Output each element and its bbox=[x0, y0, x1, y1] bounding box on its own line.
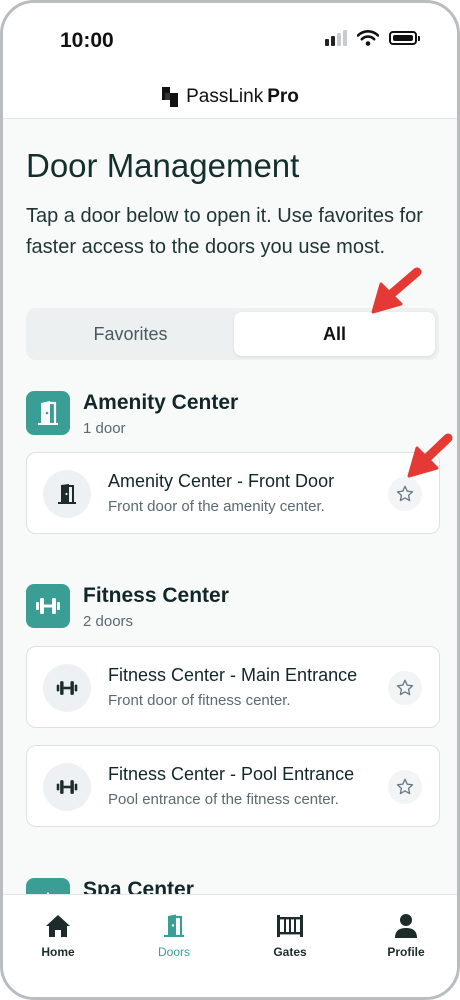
brand-name: PassLink bbox=[186, 85, 264, 107]
dumbbell-icon bbox=[26, 584, 70, 628]
door-name: Fitness Center - Main Entrance bbox=[108, 665, 358, 685]
nav-profile[interactable]: Profile bbox=[356, 913, 456, 959]
nav-label: Home bbox=[41, 945, 75, 959]
gate-icon bbox=[277, 915, 303, 937]
annotation-arrow-icon bbox=[371, 267, 422, 314]
door-description: Front door of the amenity center. bbox=[108, 498, 325, 515]
group-door-count: 2 doors bbox=[83, 613, 134, 630]
home-icon bbox=[46, 915, 70, 937]
star-icon bbox=[396, 679, 414, 696]
signal-icon bbox=[325, 30, 347, 46]
passlink-logo-icon bbox=[162, 86, 179, 107]
nav-label: Profile bbox=[387, 945, 425, 959]
status-bar: 10:00 bbox=[3, 3, 457, 75]
wifi-icon bbox=[357, 30, 379, 46]
nav-label: Gates bbox=[273, 945, 307, 959]
door-description: Pool entrance of the fitness center. bbox=[108, 791, 339, 808]
star-icon bbox=[396, 485, 414, 502]
person-icon bbox=[395, 914, 417, 938]
door-open-icon bbox=[26, 391, 70, 435]
page-subtitle: Tap a door below to open it. Use favorit… bbox=[26, 205, 423, 258]
spa-icon bbox=[26, 878, 70, 895]
phone-frame: 10:00 PassLink Pro Door Management Tap a… bbox=[0, 0, 460, 1000]
group-name: Amenity Center bbox=[83, 391, 239, 414]
door-icon bbox=[43, 470, 91, 518]
tab-favorites[interactable]: Favorites bbox=[30, 312, 231, 356]
door-icon bbox=[164, 914, 184, 937]
door-management-content[interactable]: Door Management Tap a door below to open… bbox=[3, 120, 457, 895]
star-icon bbox=[396, 778, 414, 795]
nav-gates[interactable]: Gates bbox=[240, 913, 340, 959]
brand-logo: PassLink Pro bbox=[161, 86, 299, 108]
group-header-spa-center: Spa Center bbox=[26, 878, 194, 895]
door-name: Fitness Center - Pool Entrance bbox=[108, 764, 355, 784]
favorite-star-button[interactable] bbox=[388, 770, 422, 804]
group-name: Spa Center bbox=[83, 878, 194, 895]
dumbbell-icon bbox=[43, 664, 91, 712]
door-name: Amenity Center - Front Door bbox=[108, 471, 335, 491]
status-icons bbox=[325, 30, 420, 46]
bottom-nav: Home Doors Gates Profile bbox=[3, 894, 457, 997]
status-time: 10:00 bbox=[60, 29, 114, 52]
door-card-fitness-pool[interactable]: Fitness Center - Pool Entrance Pool entr… bbox=[26, 745, 440, 827]
nav-doors[interactable]: Doors bbox=[124, 913, 224, 959]
door-card-fitness-main[interactable]: Fitness Center - Main Entrance Front doo… bbox=[26, 646, 440, 728]
favorite-star-button[interactable] bbox=[388, 671, 422, 705]
group-header-fitness-center: Fitness Center 2 doors bbox=[26, 584, 229, 630]
group-door-count: 1 door bbox=[83, 420, 126, 437]
group-header-amenity-center: Amenity Center 1 door bbox=[26, 391, 238, 437]
nav-label: Doors bbox=[157, 945, 190, 959]
dumbbell-icon bbox=[43, 763, 91, 811]
door-card-amenity-front[interactable]: Amenity Center - Front Door Front door o… bbox=[26, 452, 440, 534]
brand-suffix: Pro bbox=[267, 85, 299, 107]
annotation-arrow-icon bbox=[407, 433, 453, 478]
nav-home[interactable]: Home bbox=[8, 913, 108, 959]
app-header: PassLink Pro bbox=[3, 75, 457, 119]
page-title: Door Management bbox=[26, 147, 300, 184]
door-description: Front door of fitness center. bbox=[108, 692, 291, 709]
battery-icon bbox=[389, 31, 420, 45]
group-name: Fitness Center bbox=[83, 584, 229, 607]
